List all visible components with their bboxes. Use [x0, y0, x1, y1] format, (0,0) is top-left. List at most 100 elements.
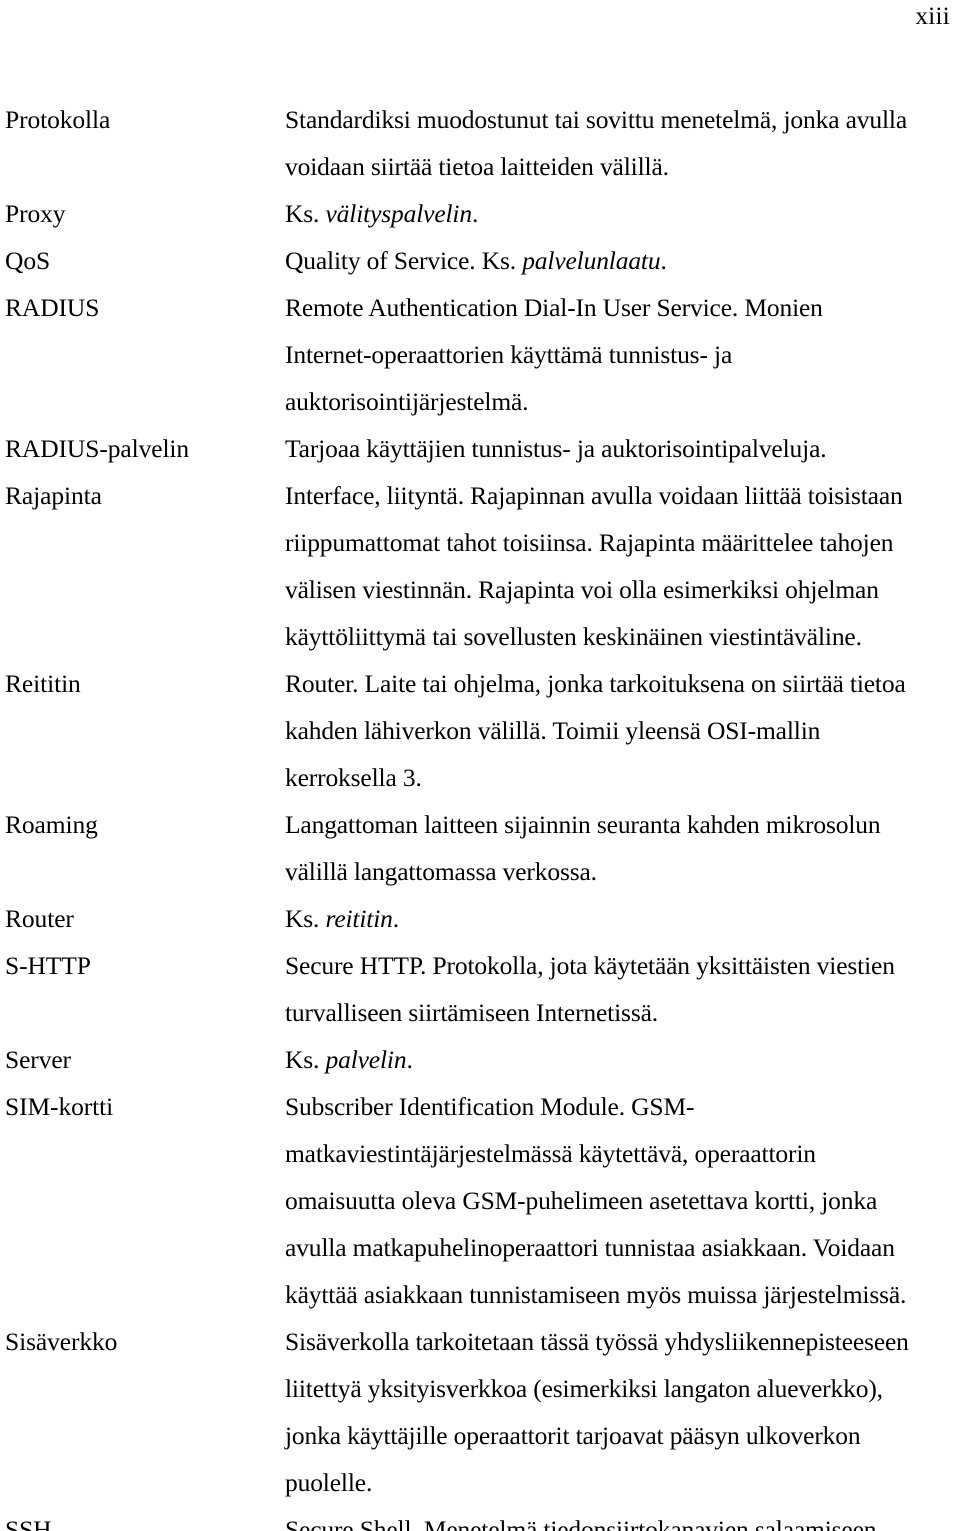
definition-text: käyttää asiakkaan tunnistamiseen myös mu…	[285, 1280, 907, 1309]
definition-text: Ks.	[285, 904, 326, 933]
definition-text: kerroksella 3.	[285, 763, 422, 792]
definition-line: Secure HTTP. Protokolla, jota käytetään …	[285, 942, 955, 989]
definition-line: riippumattomat tahot toisiinsa. Rajapint…	[285, 519, 955, 566]
definition-line: Standardiksi muodostunut tai sovittu men…	[285, 96, 955, 143]
definition-line: Secure Shell. Menetelmä tiedonsiirtokana…	[285, 1506, 955, 1531]
glossary-definition: Quality of Service. Ks. palvelunlaatu.	[285, 237, 955, 284]
glossary-definition: Subscriber Identification Module. GSM-ma…	[285, 1083, 955, 1318]
definition-text: Secure Shell. Menetelmä tiedonsiirtokana…	[285, 1515, 883, 1531]
definition-text: .	[660, 246, 667, 275]
definition-text: omaisuutta oleva GSM-puhelimeen asetetta…	[285, 1186, 878, 1215]
glossary-term: RADIUS	[5, 293, 100, 322]
glossary-definition: Sisäverkolla tarkoitetaan tässä työssä y…	[285, 1318, 955, 1506]
glossary-entry: Rajapinta Interface, liityntä. Rajapinnan…	[5, 472, 955, 660]
glossary-entry: S-HTTP Secure HTTP. Protokolla, jota käyt…	[5, 942, 955, 1036]
glossary-entry: Proxy Ks. välityspalvelin.	[5, 190, 955, 237]
definition-line: välisen viestinnän. Rajapinta voi olla e…	[285, 566, 955, 613]
definition-text: Sisäverkolla tarkoitetaan tässä työssä y…	[285, 1327, 909, 1356]
definition-line: Ks. välityspalvelin.	[285, 190, 955, 237]
definition-text: Router. Laite tai ohjelma, jonka tarkoit…	[285, 669, 906, 698]
definition-text: puolelle.	[285, 1468, 373, 1497]
definition-text: .	[406, 1045, 413, 1074]
glossary-term: Roaming	[5, 810, 98, 839]
definition-line: jonka käyttäjille operaattorit tarjoavat…	[285, 1412, 955, 1459]
definition-line: kahden lähiverkon välillä. Toimii yleens…	[285, 707, 955, 754]
definition-text: turvalliseen siirtämiseen Internetissä.	[285, 998, 658, 1027]
definition-text: Tarjoaa käyttäjien tunnistus- ja auktori…	[285, 434, 827, 463]
definition-line: Remote Authentication Dial-In User Servi…	[285, 284, 955, 331]
definition-line: matkaviestintäjärjestelmässä käytettävä,…	[285, 1130, 955, 1177]
definition-text: välisen viestinnän. Rajapinta voi olla e…	[285, 575, 879, 604]
glossary-entry: Router Ks. reititin.	[5, 895, 955, 942]
glossary-definition: Remote Authentication Dial-In User Servi…	[285, 284, 955, 425]
glossary-definition: Langattoman laitteen sijainnin seuranta …	[285, 801, 955, 895]
glossary-entry: Reititin Router. Laite tai ohjelma, jonka…	[5, 660, 955, 801]
definition-line: Langattoman laitteen sijainnin seuranta …	[285, 801, 955, 848]
definition-text: jonka käyttäjille operaattorit tarjoavat…	[285, 1421, 861, 1450]
glossary-definition: Interface, liityntä. Rajapinnan avulla v…	[285, 472, 955, 660]
page-header: xiii	[0, 0, 950, 40]
glossary-term: SIM-kortti	[5, 1092, 114, 1121]
glossary-term: S-HTTP	[5, 951, 91, 980]
glossary-entry: Server Ks. palvelin.	[5, 1036, 955, 1083]
definition-text: riippumattomat tahot toisiinsa. Rajapint…	[285, 528, 894, 557]
definition-text: .	[471, 199, 479, 228]
definition-line: avulla matkapuhelinoperaattori tunnistaa…	[285, 1224, 955, 1271]
glossary-definition: Ks. välityspalvelin.	[285, 190, 955, 237]
definition-line: puolelle.	[285, 1459, 955, 1506]
glossary-entry: SIM-kortti Subscriber Identification Modu…	[5, 1083, 955, 1318]
glossary-term: Proxy	[5, 199, 66, 228]
definition-text: Ks.	[285, 199, 326, 228]
glossary-definition: Ks. reititin.	[285, 895, 955, 942]
definition-line: välillä langattomassa verkossa.	[285, 848, 955, 895]
definition-line: Ks. reititin.	[285, 895, 955, 942]
glossary-definition: Standardiksi muodostunut tai sovittu men…	[285, 96, 955, 190]
glossary-term: Server	[5, 1045, 71, 1074]
glossary-term: Router	[5, 904, 74, 933]
definition-text: Langattoman laitteen sijainnin seuranta …	[285, 810, 881, 839]
definition-text: voidaan siirtää tietoa laitteiden välill…	[285, 152, 669, 181]
definition-line: kerroksella 3.	[285, 754, 955, 801]
document-page: xiii Protokolla Standardiksi muodostunut …	[0, 0, 960, 1531]
glossary-term: QoS	[5, 246, 51, 275]
cross-reference-term: reititin	[325, 904, 393, 933]
definition-text: Standardiksi muodostunut tai sovittu men…	[285, 105, 908, 134]
glossary-term: Sisäverkko	[5, 1327, 118, 1356]
definition-text: kahden lähiverkon välillä. Toimii yleens…	[285, 716, 821, 745]
glossary-term: Rajapinta	[5, 481, 102, 510]
glossary-term: SSH	[5, 1515, 52, 1531]
cross-reference-term: palvelunlaatu	[522, 246, 661, 275]
glossary-entry: RADIUS Remote Authentication Dial-In User…	[5, 284, 955, 425]
glossary-definition: Ks. palvelin.	[285, 1036, 955, 1083]
page-number: xiii	[915, 3, 950, 30]
cross-reference-term: palvelin	[325, 1045, 407, 1074]
glossary-entry: Sisäverkko Sisäverkolla tarkoitetaan täss…	[5, 1318, 955, 1506]
definition-line: käyttää asiakkaan tunnistamiseen myös mu…	[285, 1271, 955, 1318]
definition-text: välillä langattomassa verkossa.	[285, 857, 597, 886]
definition-text: Ks.	[285, 1045, 326, 1074]
cross-reference-term: välityspalvelin	[325, 199, 473, 228]
definition-line: käyttöliittymä tai sovellusten keskinäin…	[285, 613, 955, 660]
glossary-term: Protokolla	[5, 105, 111, 134]
definition-text: Remote Authentication Dial-In User Servi…	[285, 293, 823, 322]
definition-text: liitettyä yksityisverkkoa (esimerkiksi l…	[285, 1374, 883, 1403]
definition-line: Quality of Service. Ks. palvelunlaatu.	[285, 237, 955, 284]
definition-line: liitettyä yksityisverkkoa (esimerkiksi l…	[285, 1365, 955, 1412]
glossary-definition: Secure Shell. Menetelmä tiedonsiirtokana…	[285, 1506, 955, 1531]
definition-text: käyttöliittymä tai sovellusten keskinäin…	[285, 622, 862, 651]
definition-line: omaisuutta oleva GSM-puhelimeen asetetta…	[285, 1177, 955, 1224]
glossary-term: RADIUS-palvelin	[5, 434, 190, 463]
definition-line: Ks. palvelin.	[285, 1036, 955, 1083]
definition-line: auktorisointijärjestelmä.	[285, 378, 955, 425]
definition-text: Quality of Service. Ks.	[285, 246, 523, 275]
definition-text: Internet-operaattorien käyttämä tunnistu…	[285, 340, 733, 369]
definition-line: Internet-operaattorien käyttämä tunnistu…	[285, 331, 955, 378]
definition-text: Subscriber Identification Module. GSM-	[285, 1092, 695, 1121]
definition-line: Tarjoaa käyttäjien tunnistus- ja auktori…	[285, 425, 955, 472]
glossary-entry: SSH Secure Shell. Menetelmä tiedonsiirtok…	[5, 1506, 955, 1531]
definition-text: auktorisointijärjestelmä.	[285, 387, 529, 416]
glossary-definition: Router. Laite tai ohjelma, jonka tarkoit…	[285, 660, 955, 801]
glossary-definition: Tarjoaa käyttäjien tunnistus- ja auktori…	[285, 425, 955, 472]
definition-line: Sisäverkolla tarkoitetaan tässä työssä y…	[285, 1318, 955, 1365]
glossary-term: Reititin	[5, 669, 81, 698]
